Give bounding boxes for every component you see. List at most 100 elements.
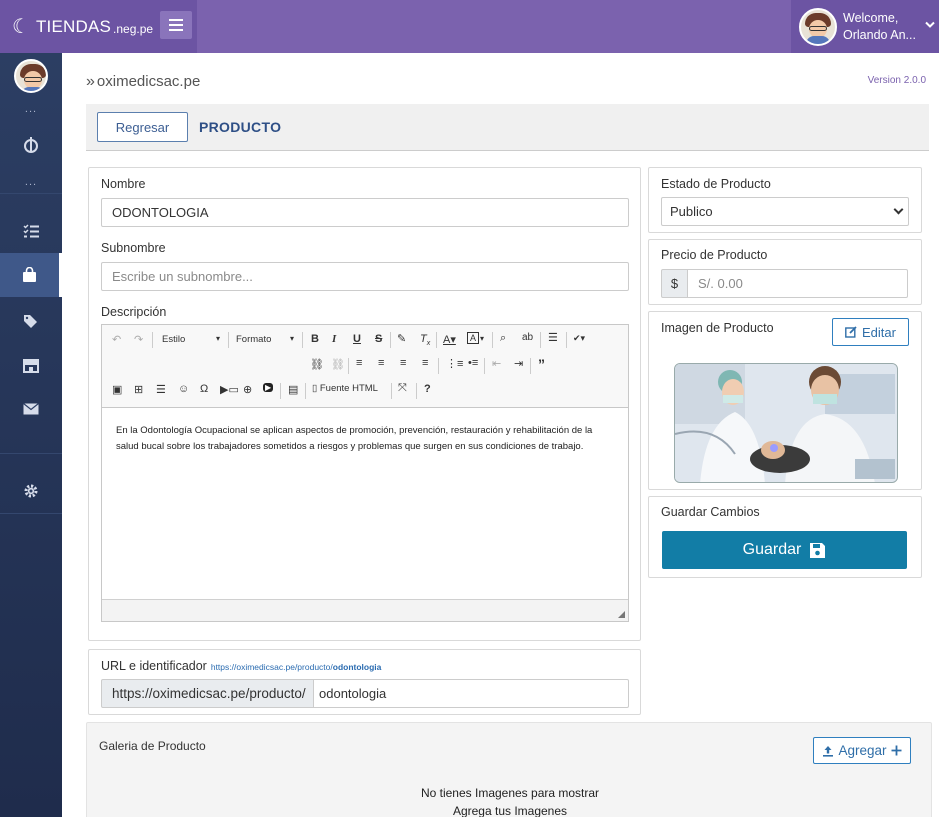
estado-select[interactable]: Publico [661,197,909,226]
sidebar-item-tags[interactable] [0,299,62,343]
outdent-icon[interactable]: ⇤ [492,357,501,370]
select-all-icon[interactable]: ☰ [548,331,558,344]
nombre-label: Nombre [101,177,146,191]
sidebar-item-products[interactable] [0,253,62,297]
smiley-icon[interactable]: ☺ [178,383,189,395]
align-center-icon[interactable]: ≡ [378,357,384,369]
chevron-down-icon [925,18,935,32]
iframe-icon[interactable]: ▶▭ [220,383,239,396]
replace-icon[interactable]: ab [522,332,533,343]
shopping-bag-icon [23,267,36,282]
underline-icon[interactable]: U [353,333,361,345]
nombre-input[interactable]: ODONTOLOGIA [101,198,629,227]
brand-name: TIENDAS [35,16,112,36]
slug-input[interactable]: odontologia [313,679,629,708]
bulleted-list-icon[interactable]: •≡ [468,357,478,369]
chevron-down-icon: ▾ [216,334,221,343]
estado-value: Publico [670,204,713,219]
maximize-icon[interactable]: ⤧ [398,382,407,395]
url-link-slug: odontologia [332,662,382,672]
sidebar-item-messages[interactable] [0,387,62,431]
moon-icon: ☾ [12,15,30,38]
currency-addon: $ [661,269,688,298]
editor-toolbar: ↶ ↷ Estilo ▾ Formato ▾ B I U S ✎ Tx A▾ A… [102,325,628,408]
menu-toggle-button[interactable] [160,11,192,39]
editor-content[interactable]: En la Odontología Ocupacional se aplican… [116,423,616,455]
breadcrumb-text[interactable]: oximedicsac.pe [97,73,200,90]
strikethrough-icon[interactable]: S [375,333,382,345]
breadcrumb-arrow: » [86,73,95,90]
plus-icon [891,745,902,756]
guardar-card: Guardar Cambios Guardar [648,496,922,578]
text-color-icon[interactable]: A▾ [443,333,456,346]
blockquote-icon[interactable]: ” [538,356,545,372]
template-icon[interactable]: ▤ [288,383,298,396]
subnombre-input[interactable]: Escribe un subnombre... [101,262,629,291]
background-color-icon[interactable]: A [467,332,480,344]
precio-label: Precio de Producto [661,248,768,262]
align-justify-icon[interactable]: ≡ [422,357,428,369]
estado-card: Estado de Producto Publico [648,167,922,233]
store-icon [23,358,39,373]
back-button[interactable]: Regresar [97,112,188,142]
image-icon[interactable]: ▣ [112,383,122,396]
guardar-label: Guardar Cambios [661,505,760,519]
url-preview-link[interactable]: https://oximedicsac.pe/producto/odontolo… [211,662,382,672]
url-link-prefix: https://oximedicsac.pe/producto/ [210,662,333,672]
add-image-button[interactable]: Agregar [813,737,911,764]
url-base-addon: https://oximedicsac.pe/producto/ [101,679,314,708]
avatar [799,7,837,46]
sidebar-avatar[interactable] [14,59,48,93]
help-icon[interactable]: ? [424,383,431,395]
jedi-icon [24,137,38,153]
special-char-icon[interactable]: Ω [200,383,208,395]
table-icon[interactable]: ⊞ [134,383,143,396]
page-header: Regresar PRODUCTO [86,104,929,151]
style-dropdown[interactable]: Estilo [162,334,185,345]
subnombre-label: Subnombre [101,241,166,255]
bold-icon[interactable]: B [311,333,319,345]
sidebar-dots: ... [24,103,38,115]
redo-icon[interactable]: ↷ [134,333,143,346]
sidebar-item-settings[interactable] [0,469,62,513]
save-button[interactable]: Guardar [662,531,907,569]
sidebar-item-tasks[interactable] [0,209,62,253]
format-painter-icon[interactable]: ✎ [397,332,406,345]
brand-tld: .neg.pe [113,21,154,36]
numbered-list-icon[interactable]: ⋮≡ [446,357,463,370]
format-dropdown[interactable]: Formato [236,334,271,345]
chevron-down-icon: ▾ [480,334,485,343]
search-icon[interactable]: ⌕ [500,332,506,345]
resize-handle-icon[interactable] [618,611,625,618]
clear-format-icon[interactable]: Tx [420,333,430,347]
edit-icon [845,326,857,338]
youtube-icon[interactable]: ▶ [263,383,274,392]
galeria-empty-hint: Agrega tus Imagenes [452,804,568,817]
indent-icon[interactable]: ⇥ [514,357,523,370]
precio-input[interactable]: S/. 0.00 [687,269,908,298]
precio-card: Precio de Producto $ S/. 0.00 [648,239,922,305]
source-html-button[interactable]: ▯ Fuente HTML [312,383,378,394]
undo-icon[interactable]: ↶ [112,333,121,346]
globe-icon[interactable]: ⊕ [243,383,252,396]
sidebar-item-jedi[interactable] [0,123,62,167]
user-menu[interactable]: Welcome, Orlando An... [791,0,939,53]
align-right-icon[interactable]: ≡ [400,357,406,369]
italic-icon[interactable]: I [332,333,336,345]
edit-image-button[interactable]: Editar [832,318,909,346]
url-label: URL e identificador https://oximedicsac.p… [101,659,381,673]
url-card: URL e identificador https://oximedicsac.p… [88,649,641,715]
link-icon[interactable]: ⛓ [310,358,324,371]
page-title: PRODUCTO [199,119,282,135]
align-left-icon[interactable]: ≡ [356,357,362,369]
imagen-label: Imagen de Producto [661,321,774,335]
tags-icon [23,314,37,328]
gear-icon [24,484,38,498]
horizontal-line-icon[interactable]: ☰ [156,383,166,396]
floppy-disk-icon [810,542,826,558]
spellcheck-icon[interactable]: ✔︎▾ [573,333,585,344]
sidebar-item-store[interactable] [0,343,62,387]
unlink-icon[interactable]: ⛓ [331,358,345,371]
user-name: Orlando An... [843,27,916,42]
imagen-card: Imagen de Producto Editar [648,311,922,490]
